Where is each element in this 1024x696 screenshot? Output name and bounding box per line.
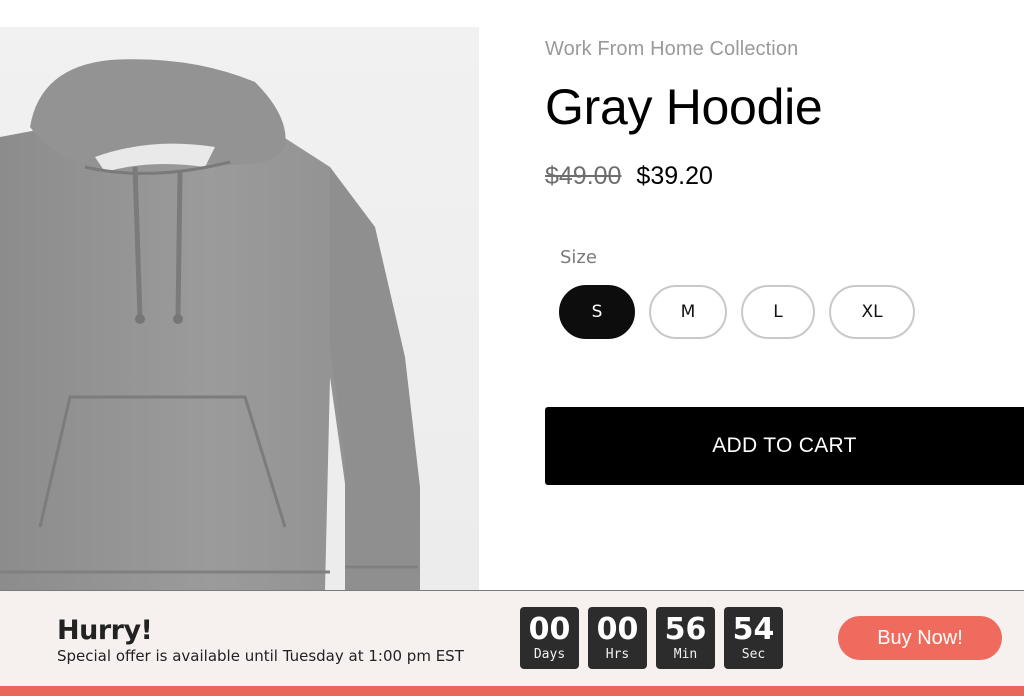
add-to-cart-button[interactable]: ADD TO CART <box>545 407 1024 485</box>
countdown-value: 56 <box>664 612 707 647</box>
size-option-xl[interactable]: XL <box>829 285 915 339</box>
promo-bar: Hurry! Special offer is available until … <box>0 590 1024 686</box>
buy-now-button[interactable]: Buy Now! <box>838 616 1002 660</box>
countdown-value: 54 <box>732 612 775 647</box>
promo-message: Special offer is available until Tuesday… <box>57 647 464 665</box>
size-option-l[interactable]: L <box>741 285 815 339</box>
countdown-unit: Sec <box>741 647 766 662</box>
collection-name: Work From Home Collection <box>545 38 799 60</box>
countdown-minutes: 56 Min <box>656 607 715 669</box>
size-label: Size <box>560 247 597 268</box>
product-image <box>0 27 479 590</box>
hoodie-illustration <box>0 59 420 590</box>
countdown-days: 00 Days <box>520 607 579 669</box>
accent-strip <box>0 686 1024 696</box>
countdown-unit: Hrs <box>605 647 630 662</box>
promo-headline: Hurry! <box>57 615 153 646</box>
countdown-timer: 00 Days 00 Hrs 56 Min 54 Sec <box>520 607 783 669</box>
countdown-unit: Days <box>533 647 566 662</box>
sale-price: $39.20 <box>636 162 713 190</box>
countdown-hours: 00 Hrs <box>588 607 647 669</box>
countdown-value: 00 <box>596 612 639 647</box>
size-options: S M L XL <box>559 285 915 339</box>
product-title: Gray Hoodie <box>545 79 823 135</box>
original-price: $49.00 <box>545 162 622 190</box>
countdown-seconds: 54 Sec <box>724 607 783 669</box>
countdown-value: 00 <box>528 612 571 647</box>
size-option-s[interactable]: S <box>559 285 635 339</box>
size-option-m[interactable]: M <box>649 285 727 339</box>
product-page: Work From Home Collection Gray Hoodie $4… <box>0 0 1024 696</box>
countdown-unit: Min <box>673 647 698 662</box>
price-row: $49.00 $39.20 <box>545 162 713 191</box>
